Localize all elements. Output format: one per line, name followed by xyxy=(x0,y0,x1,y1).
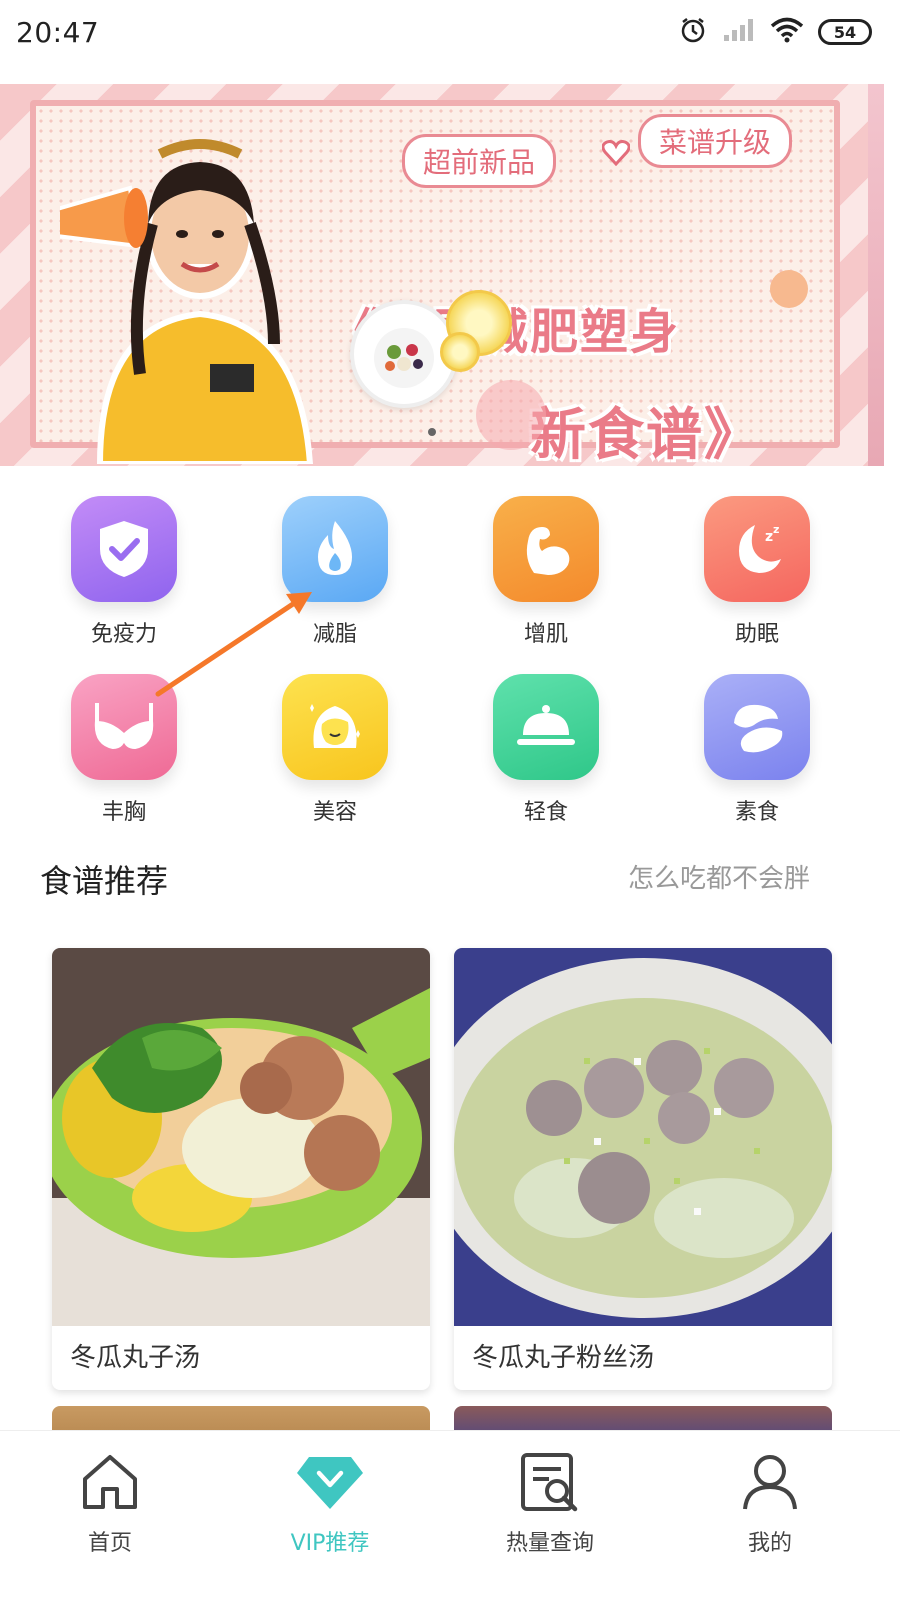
nav-label: 我的 xyxy=(747,1531,792,1556)
nav-vip-recommend[interactable]: VIP推荐 xyxy=(250,1451,410,1571)
calorie-search-icon xyxy=(519,1451,581,1517)
decor-circle xyxy=(476,380,546,450)
bottom-nav: 首页 VIP推荐 热量查询 我的 xyxy=(0,1430,900,1600)
category-light-meal[interactable]: 轻食 xyxy=(456,674,636,834)
flame-icon xyxy=(282,496,388,602)
nav-label: VIP推荐 xyxy=(290,1531,370,1556)
category-beauty[interactable]: 美容 xyxy=(245,674,425,834)
svg-text:z: z xyxy=(765,529,773,545)
wifi-icon xyxy=(770,17,804,47)
recipe-name: 冬瓜丸子粉丝汤 xyxy=(472,1343,655,1373)
category-vegetarian[interactable]: 素食 xyxy=(667,674,847,834)
banner-tag-upgrade: 菜谱升级 xyxy=(638,114,793,168)
decor-circle xyxy=(770,270,808,308)
category-label: 减脂 xyxy=(312,622,357,647)
heart-icon xyxy=(601,140,631,170)
banner-title-line2: 新食谱》 xyxy=(530,402,762,466)
nav-label: 首页 xyxy=(87,1531,132,1556)
category-fat-loss[interactable]: 减脂 xyxy=(245,496,425,656)
category-grid: 免疫力 减脂 增肌 zz 助眠 丰胸 美容 轻食 素食 xyxy=(20,494,880,825)
nav-label: 热量查询 xyxy=(505,1531,594,1556)
alarm-icon xyxy=(678,15,708,49)
category-label: 增肌 xyxy=(523,622,568,647)
signal-icon xyxy=(722,17,756,47)
category-label: 美容 xyxy=(312,800,357,825)
category-label: 素食 xyxy=(734,800,779,825)
recipe-image xyxy=(52,948,430,1326)
category-muscle-gain[interactable]: 增肌 xyxy=(456,496,636,656)
next-banner-peek xyxy=(868,84,884,466)
girl-face-icon xyxy=(282,674,388,780)
battery-icon: 54 xyxy=(818,19,872,45)
recipe-name: 冬瓜丸子汤 xyxy=(70,1343,201,1373)
category-immunity[interactable]: 免疫力 xyxy=(34,496,214,656)
moon-sleep-icon: zz xyxy=(704,496,810,602)
category-label: 免疫力 xyxy=(90,622,157,647)
home-icon xyxy=(79,1451,141,1517)
category-label: 助眠 xyxy=(734,622,779,647)
profile-icon xyxy=(739,1451,801,1517)
svg-text:z: z xyxy=(773,523,779,536)
status-time: 20:47 xyxy=(16,15,100,49)
nav-profile[interactable]: 我的 xyxy=(690,1451,850,1571)
nav-home[interactable]: 首页 xyxy=(30,1451,190,1571)
section-subtitle[interactable]: 怎么吃都不会胖 xyxy=(628,858,810,895)
status-icons: 54 xyxy=(678,15,872,49)
lemon-slice-image xyxy=(440,332,480,372)
status-bar: 20:47 54 xyxy=(0,0,900,64)
recipe-card[interactable]: 冬瓜丸子粉丝汤 xyxy=(454,948,832,1390)
bra-icon xyxy=(71,674,177,780)
recipe-card[interactable]: 冬瓜丸子汤 xyxy=(52,948,430,1390)
banner-page-indicator xyxy=(428,428,436,436)
food-cloche-icon xyxy=(493,674,599,780)
mushroom-icon xyxy=(704,674,810,780)
nav-calorie-query[interactable]: 热量查询 xyxy=(470,1451,630,1571)
category-label: 丰胸 xyxy=(101,800,146,825)
category-bust[interactable]: 丰胸 xyxy=(34,674,214,834)
promo-banner[interactable]: 超前新品 菜谱升级 《一周减肥塑身 新食谱》 xyxy=(0,84,884,466)
category-label: 轻食 xyxy=(523,800,568,825)
banner-person-image xyxy=(60,139,314,464)
section-title: 食谱推荐 xyxy=(40,862,169,900)
vip-diamond-icon xyxy=(295,1451,365,1517)
shield-check-icon xyxy=(71,496,177,602)
banner-tag-new: 超前新品 xyxy=(402,134,557,188)
muscle-arm-icon xyxy=(493,496,599,602)
recipe-image xyxy=(454,948,832,1326)
category-sleep-aid[interactable]: zz 助眠 xyxy=(667,496,847,656)
